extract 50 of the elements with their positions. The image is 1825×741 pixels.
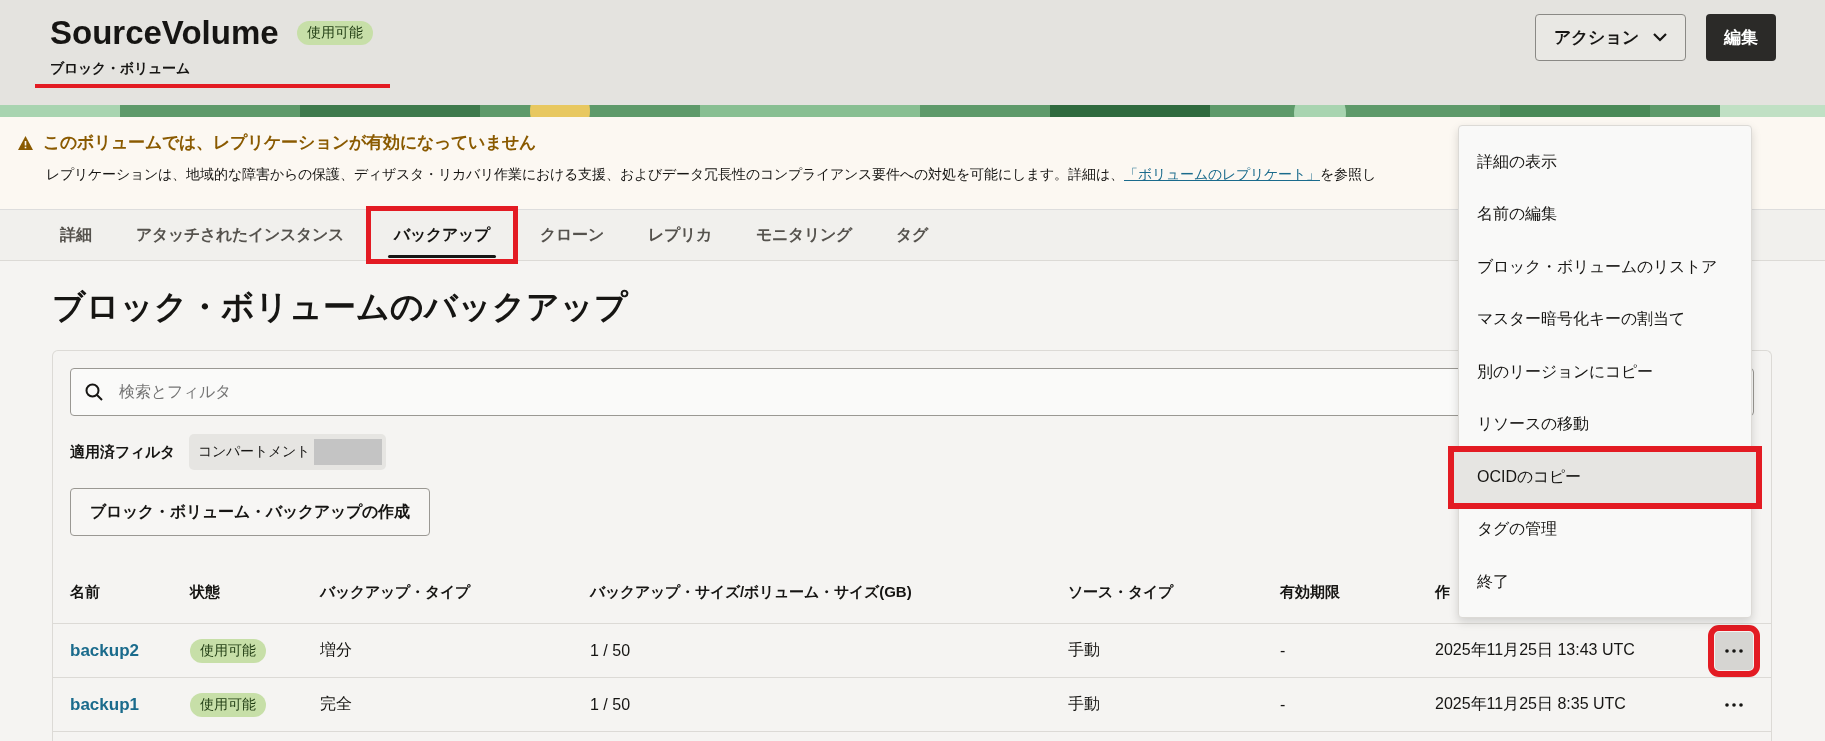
page-title: SourceVolume	[50, 14, 279, 52]
column-header: 有効期限	[1280, 582, 1341, 602]
warning-text: レプリケーションは、地域的な障害からの保護、ディザスタ・リカバリ作業における支援、およびデータ冗長性のコンプライアンス要件への対処を可能にします。詳細は、「ボリュームのレプリケート」を参照し	[46, 166, 1377, 184]
actions-button[interactable]: アクション	[1535, 14, 1686, 61]
table-cell-text: 手動	[1068, 694, 1101, 714]
table-cell-text: 2025年11月25日 13:43 UTC	[1435, 640, 1636, 660]
tab[interactable]: クローン	[518, 210, 626, 260]
replicate-link[interactable]: 「ボリュームのレプリケート」	[1124, 166, 1320, 182]
more-icon	[1725, 648, 1743, 653]
table-cell-text: 1 / 50	[590, 641, 632, 660]
edit-button[interactable]: 編集	[1706, 14, 1776, 61]
table-cell-text: 完全	[320, 694, 353, 714]
table-cell-text: 1 / 50	[590, 695, 632, 714]
tab[interactable]: 詳細	[38, 210, 114, 260]
table-cell-text: 増分	[320, 640, 353, 660]
menu-item[interactable]: ブロック・ボリュームのリストア	[1459, 241, 1751, 294]
status-badge: 使用可能	[296, 21, 373, 45]
table-cell-text: 2025年11月25日 8:35 UTC	[1435, 694, 1627, 714]
table-cell-text: -	[1280, 695, 1287, 714]
create-backup-button[interactable]: ブロック・ボリューム・バックアップの作成	[70, 488, 430, 536]
menu-item[interactable]: 詳細の表示	[1459, 136, 1751, 189]
warning-title: このボリュームでは、レプリケーションが有効になっていません	[43, 132, 536, 154]
status-badge: 使用可能	[190, 692, 266, 717]
table-cell-text: -	[1280, 641, 1287, 660]
more-icon	[1725, 702, 1743, 707]
tab[interactable]: アタッチされたインスタンス	[114, 210, 366, 260]
tab[interactable]: レプリカ	[626, 210, 734, 260]
filters-label: 適用済フィルタ	[70, 442, 175, 462]
section-title: ブロック・ボリュームのバックアップ	[52, 287, 628, 327]
menu-item[interactable]: マスター暗号化キーの割当て	[1459, 293, 1751, 346]
search-icon	[85, 383, 103, 401]
menu-item[interactable]: 名前の編集	[1459, 188, 1751, 241]
warning-icon	[18, 135, 33, 150]
backup-link[interactable]: backup1	[70, 694, 190, 715]
tab[interactable]: タグ	[874, 210, 950, 260]
column-header: バックアップ・タイプ	[320, 582, 472, 602]
column-header: バックアップ・サイズ/ボリューム・サイズ(GB)	[590, 582, 913, 602]
backup-link[interactable]: backup2	[70, 640, 190, 661]
column-header: ソース・タイプ	[1068, 582, 1175, 602]
tab[interactable]: バックアップ	[366, 206, 518, 264]
menu-item[interactable]: 終了	[1459, 556, 1751, 609]
page-subtitle: ブロック・ボリューム	[35, 60, 390, 88]
chevron-down-icon	[1653, 33, 1667, 42]
column-header: 状態	[190, 582, 221, 602]
menu-item[interactable]: タグの管理	[1459, 503, 1751, 556]
column-header: 名前	[70, 582, 101, 602]
tab[interactable]: モニタリング	[734, 210, 874, 260]
filter-chip[interactable]: コンパートメント	[189, 434, 386, 470]
table-cell-text: 手動	[1068, 640, 1101, 660]
status-badge: 使用可能	[190, 638, 266, 663]
